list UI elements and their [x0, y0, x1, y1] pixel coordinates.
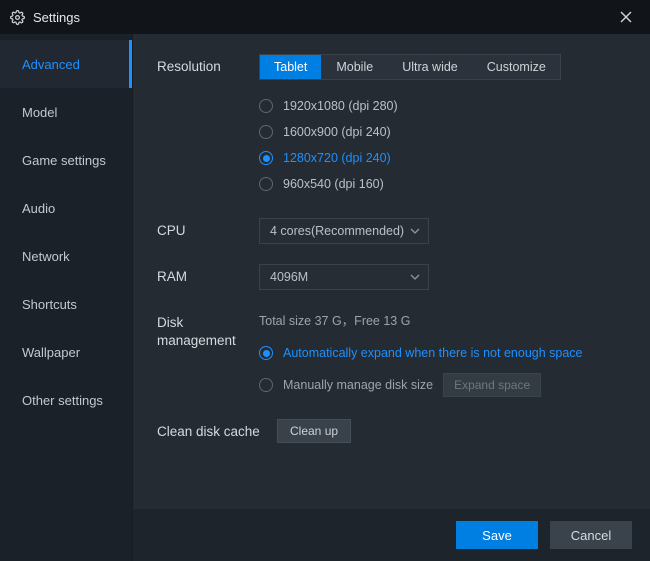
save-button[interactable]: Save [456, 521, 538, 549]
sidebar-item-label: Game settings [22, 153, 106, 168]
body: Advanced Model Game settings Audio Netwo… [0, 34, 650, 561]
radio-icon [259, 99, 273, 113]
sidebar-item-audio[interactable]: Audio [0, 184, 132, 232]
sidebar-item-label: Other settings [22, 393, 103, 408]
close-button[interactable] [612, 3, 640, 31]
sidebar-item-model[interactable]: Model [0, 88, 132, 136]
row-ram: RAM 4096M [157, 264, 632, 290]
sidebar-item-shortcuts[interactable]: Shortcuts [0, 280, 132, 328]
sidebar-item-label: Audio [22, 201, 55, 216]
tab-customize[interactable]: Customize [472, 55, 560, 79]
main-panel: Resolution Tablet Mobile Ultra wide Cust… [133, 34, 650, 561]
row-clean-cache: Clean disk cache Clean up [157, 419, 632, 443]
disk-option-auto[interactable]: Automatically expand when there is not e… [259, 341, 632, 365]
row-disk: Disk management Total size 37 G，Free 13 … [157, 310, 632, 399]
sidebar-item-label: Advanced [22, 57, 80, 72]
clean-up-button[interactable]: Clean up [277, 419, 351, 443]
label-resolution: Resolution [157, 54, 259, 198]
resolution-option[interactable]: 1600x900 (dpi 240) [259, 120, 632, 144]
sidebar-item-label: Model [22, 105, 57, 120]
label-disk: Disk management [157, 310, 259, 399]
resolution-option[interactable]: 1280x720 (dpi 240) [259, 146, 632, 170]
expand-space-button: Expand space [443, 373, 541, 397]
radio-icon [259, 151, 273, 165]
tab-tablet[interactable]: Tablet [260, 55, 321, 79]
chevron-down-icon [410, 226, 420, 236]
close-icon [620, 11, 632, 23]
sidebar-item-wallpaper[interactable]: Wallpaper [0, 328, 132, 376]
sidebar-item-game-settings[interactable]: Game settings [0, 136, 132, 184]
radio-icon [259, 378, 273, 392]
titlebar: Settings [0, 0, 650, 34]
label-ram: RAM [157, 264, 259, 290]
sidebar-item-network[interactable]: Network [0, 232, 132, 280]
sidebar-item-advanced[interactable]: Advanced [0, 40, 132, 88]
row-cpu: CPU 4 cores(Recommended) [157, 218, 632, 244]
cpu-select[interactable]: 4 cores(Recommended) [259, 218, 429, 244]
cancel-button[interactable]: Cancel [550, 521, 632, 549]
footer: Save Cancel [133, 509, 650, 561]
radio-icon [259, 177, 273, 191]
disk-option-manual[interactable]: Manually manage disk size Expand space [259, 373, 632, 397]
settings-window: Settings Advanced Model Game settings Au… [0, 0, 650, 561]
tab-ultra-wide[interactable]: Ultra wide [387, 55, 472, 79]
window-title: Settings [33, 10, 612, 25]
radio-icon [259, 346, 273, 360]
gear-icon [10, 10, 25, 25]
label-clean-cache: Clean disk cache [157, 419, 277, 443]
resolution-option[interactable]: 1920x1080 (dpi 280) [259, 94, 632, 118]
row-resolution: Resolution Tablet Mobile Ultra wide Cust… [157, 54, 632, 198]
label-cpu: CPU [157, 218, 259, 244]
sidebar-item-label: Network [22, 249, 70, 264]
sidebar-item-label: Shortcuts [22, 297, 77, 312]
resolution-mode-tabs: Tablet Mobile Ultra wide Customize [259, 54, 561, 80]
ram-select[interactable]: 4096M [259, 264, 429, 290]
cpu-select-value: 4 cores(Recommended) [270, 224, 404, 238]
tab-mobile[interactable]: Mobile [321, 55, 387, 79]
ram-select-value: 4096M [270, 270, 308, 284]
chevron-down-icon [410, 272, 420, 282]
radio-icon [259, 125, 273, 139]
disk-info: Total size 37 G，Free 13 G [259, 310, 632, 329]
sidebar: Advanced Model Game settings Audio Netwo… [0, 34, 133, 561]
resolution-options: 1920x1080 (dpi 280) 1600x900 (dpi 240) 1… [259, 94, 632, 196]
sidebar-item-other-settings[interactable]: Other settings [0, 376, 132, 424]
sidebar-item-label: Wallpaper [22, 345, 80, 360]
resolution-option[interactable]: 960x540 (dpi 160) [259, 172, 632, 196]
